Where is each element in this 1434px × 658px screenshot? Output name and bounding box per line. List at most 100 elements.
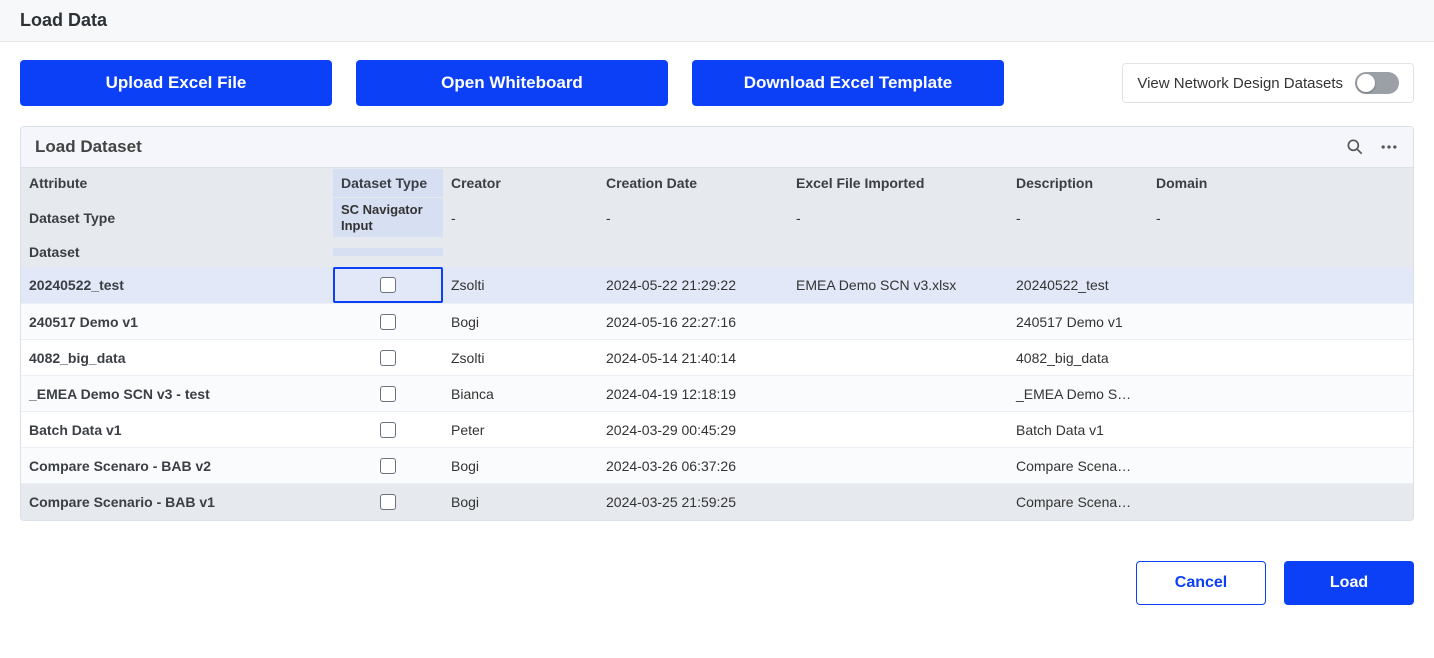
row-type-checkbox-cell <box>333 452 443 480</box>
table-subhead-dataset: Dataset <box>21 237 1413 267</box>
row-description: 240517 Demo v1 <box>1008 308 1148 336</box>
row-attribute: 240517 Demo v1 <box>21 308 333 336</box>
row-excel <box>788 388 1008 400</box>
row-description: Compare Scena… <box>1008 452 1148 480</box>
cancel-label: Cancel <box>1175 574 1227 592</box>
load-button[interactable]: Load <box>1284 561 1414 605</box>
row-excel <box>788 460 1008 472</box>
row-domain <box>1148 496 1268 508</box>
row-domain <box>1148 279 1268 291</box>
row-checkbox[interactable] <box>380 350 396 366</box>
card-header: Load Dataset <box>21 127 1413 168</box>
row-checkbox[interactable] <box>380 314 396 330</box>
search-icon[interactable] <box>1345 137 1365 157</box>
upload-excel-button[interactable]: Upload Excel File <box>20 60 332 106</box>
row-attribute: 4082_big_data <box>21 344 333 372</box>
row-excel <box>788 316 1008 328</box>
page-header: Load Data <box>0 0 1434 42</box>
subhead2-type-blank <box>333 248 443 256</box>
row-excel: EMEA Demo SCN v3.xlsx <box>788 271 1008 299</box>
row-creator: Bogi <box>443 488 598 516</box>
row-description: Compare Scena… <box>1008 488 1148 516</box>
row-creator: Bogi <box>443 308 598 336</box>
row-description: _EMEA Demo S… <box>1008 380 1148 408</box>
download-template-button[interactable]: Download Excel Template <box>692 60 1004 106</box>
subhead-domain: - <box>1148 204 1268 232</box>
open-whiteboard-label: Open Whiteboard <box>441 73 583 93</box>
row-attribute: 20240522_test <box>21 271 333 299</box>
row-date: 2024-03-26 06:37:26 <box>598 452 788 480</box>
row-attribute: _EMEA Demo SCN v3 - test <box>21 380 333 408</box>
table-row[interactable]: 240517 Demo v1 Bogi2024-05-16 22:27:16 240… <box>21 304 1413 340</box>
row-date: 2024-04-19 12:18:19 <box>598 380 788 408</box>
view-nd-datasets-toggle-box: View Network Design Datasets <box>1122 63 1414 103</box>
table-row[interactable]: _EMEA Demo SCN v3 - test Bianca2024-04-19… <box>21 376 1413 412</box>
row-checkbox[interactable] <box>380 386 396 402</box>
row-excel <box>788 496 1008 508</box>
load-dataset-card: Load Dataset Attribute Dataset Type Crea… <box>20 126 1414 521</box>
page-title: Load Data <box>20 10 1414 31</box>
subhead-excel: - <box>788 204 1008 232</box>
col-excel[interactable]: Excel File Imported <box>788 169 1008 197</box>
row-creator: Zsolti <box>443 344 598 372</box>
row-date: 2024-05-22 21:29:22 <box>598 271 788 299</box>
row-excel <box>788 352 1008 364</box>
row-type-checkbox-cell <box>333 416 443 444</box>
row-checkbox[interactable] <box>380 458 396 474</box>
row-type-checkbox-cell <box>333 308 443 336</box>
load-label: Load <box>1330 574 1368 592</box>
row-domain <box>1148 460 1268 472</box>
row-attribute: Compare Scenaro - BAB v2 <box>21 452 333 480</box>
row-domain <box>1148 424 1268 436</box>
subhead-type-value: SC Navigator Input <box>333 198 443 237</box>
subhead2-attr: Dataset <box>21 238 333 266</box>
col-attribute[interactable]: Attribute <box>21 169 333 197</box>
subhead-attr: Dataset Type <box>21 204 333 232</box>
row-date: 2024-05-16 22:27:16 <box>598 308 788 336</box>
row-date: 2024-05-14 21:40:14 <box>598 344 788 372</box>
table-row[interactable]: 20240522_test Zsolti2024-05-22 21:29:22EM… <box>21 267 1413 304</box>
row-type-checkbox-cell <box>333 380 443 408</box>
open-whiteboard-button[interactable]: Open Whiteboard <box>356 60 668 106</box>
row-type-checkbox-cell <box>333 488 443 516</box>
col-description[interactable]: Description <box>1008 169 1148 197</box>
row-description: Batch Data v1 <box>1008 416 1148 444</box>
row-creator: Peter <box>443 416 598 444</box>
card-header-actions <box>1345 137 1399 157</box>
row-description: 4082_big_data <box>1008 344 1148 372</box>
col-domain[interactable]: Domain <box>1148 169 1268 197</box>
footer-bar: Cancel Load <box>0 521 1434 615</box>
action-bar: Upload Excel File Open Whiteboard Downlo… <box>0 42 1434 118</box>
table-row[interactable]: 4082_big_data Zsolti2024-05-14 21:40:14 40… <box>21 340 1413 376</box>
row-date: 2024-03-29 00:45:29 <box>598 416 788 444</box>
table-subhead-type: Dataset Type SC Navigator Input - - - - … <box>21 198 1413 237</box>
more-icon[interactable] <box>1379 137 1399 157</box>
subhead-desc: - <box>1008 204 1148 232</box>
row-checkbox[interactable] <box>380 277 396 293</box>
subhead-creator: - <box>443 204 598 232</box>
table-row[interactable]: Compare Scenaro - BAB v2 Bogi2024-03-26 0… <box>21 448 1413 484</box>
row-creator: Bogi <box>443 452 598 480</box>
row-domain <box>1148 388 1268 400</box>
col-dataset-type[interactable]: Dataset Type <box>333 169 443 197</box>
row-checkbox[interactable] <box>380 494 396 510</box>
row-checkbox[interactable] <box>380 422 396 438</box>
table-body: 20240522_testZsolti2024-05-22 21:29:22EM… <box>21 267 1413 520</box>
view-nd-datasets-switch[interactable] <box>1355 72 1399 94</box>
cancel-button[interactable]: Cancel <box>1136 561 1266 605</box>
subhead-date: - <box>598 204 788 232</box>
row-creator: Bianca <box>443 380 598 408</box>
row-attribute: Compare Scenario - BAB v1 <box>21 488 333 516</box>
card-title: Load Dataset <box>35 137 142 157</box>
upload-excel-label: Upload Excel File <box>106 73 247 93</box>
col-creation-date[interactable]: Creation Date <box>598 169 788 197</box>
download-template-label: Download Excel Template <box>744 73 952 93</box>
col-creator[interactable]: Creator <box>443 169 598 197</box>
table-row[interactable]: Batch Data v1 Peter2024-03-29 00:45:29 Bat… <box>21 412 1413 448</box>
row-attribute: Batch Data v1 <box>21 416 333 444</box>
table-row[interactable]: Compare Scenario - BAB v1Bogi2024-03-25 … <box>21 484 1413 520</box>
dataset-table: Attribute Dataset Type Creator Creation … <box>21 168 1413 520</box>
row-type-checkbox-cell <box>333 267 443 303</box>
row-creator: Zsolti <box>443 271 598 299</box>
row-description: 20240522_test <box>1008 271 1148 299</box>
